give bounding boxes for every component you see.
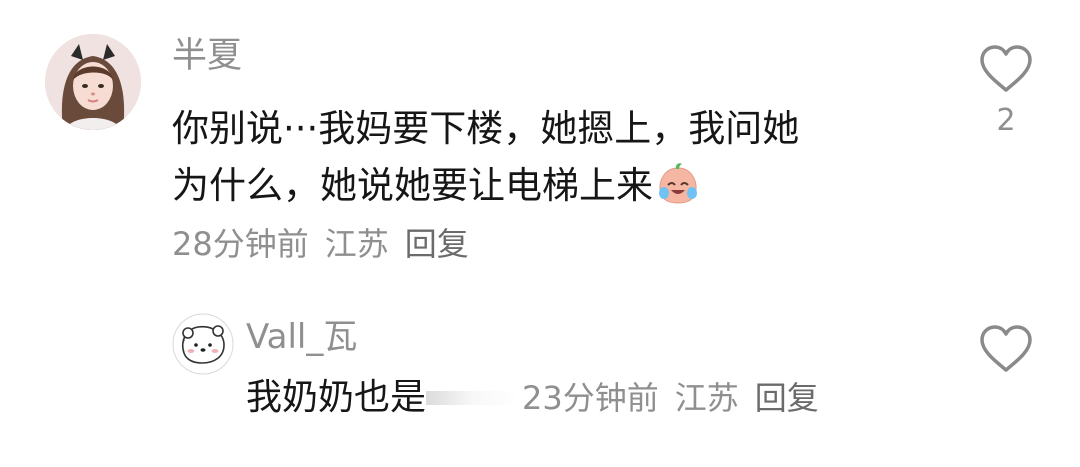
comment-time: 28分钟前 bbox=[172, 225, 309, 263]
reply-like-button[interactable] bbox=[976, 324, 1036, 374]
reply-time: 23分钟前 bbox=[522, 379, 659, 417]
crying-laughing-emoji-icon bbox=[655, 160, 701, 206]
comment-text-line: 为什么，她说她要让电梯上来 bbox=[172, 157, 932, 214]
heart-outline-icon bbox=[980, 325, 1032, 372]
reply-body: 我奶奶也是 23分钟前 江苏 回复 bbox=[246, 380, 835, 416]
reply-reply-button[interactable]: 回复 bbox=[755, 379, 819, 417]
reply-text: 我奶奶也是 bbox=[246, 377, 427, 418]
text-fade-divider bbox=[426, 391, 519, 405]
svg-text:•: • bbox=[182, 338, 186, 345]
reply-username[interactable]: Vall_瓦 bbox=[246, 320, 357, 354]
like-button[interactable]: 2 bbox=[976, 44, 1036, 136]
comment-username[interactable]: 半夏 bbox=[172, 39, 242, 74]
comment-text-line-content: 为什么，她说她要让电梯上来 bbox=[172, 164, 653, 207]
avatar[interactable] bbox=[45, 34, 141, 130]
like-count: 2 bbox=[996, 103, 1016, 138]
reply-button[interactable]: 回复 bbox=[405, 228, 469, 260]
reply-avatar[interactable]: • bbox=[172, 313, 234, 375]
comment-meta: 28分钟前 江苏 回复 bbox=[172, 228, 485, 260]
reply-location: 江苏 bbox=[674, 379, 739, 417]
reply-meta: 23分钟前 江苏 回复 bbox=[522, 382, 835, 414]
comment-location: 江苏 bbox=[324, 225, 389, 263]
comment-body: 你别说···我妈要下楼，她摁上，我问她 为什么，她说她要让电梯上来 bbox=[172, 100, 932, 214]
comment-thread: 半夏 你别说···我妈要下楼，她摁上，我问她 为什么，她说她要让电梯上来 28分… bbox=[0, 0, 1080, 467]
heart-outline-icon bbox=[980, 45, 1032, 92]
comment-text-line: 你别说···我妈要下楼，她摁上，我问她 bbox=[172, 107, 800, 150]
